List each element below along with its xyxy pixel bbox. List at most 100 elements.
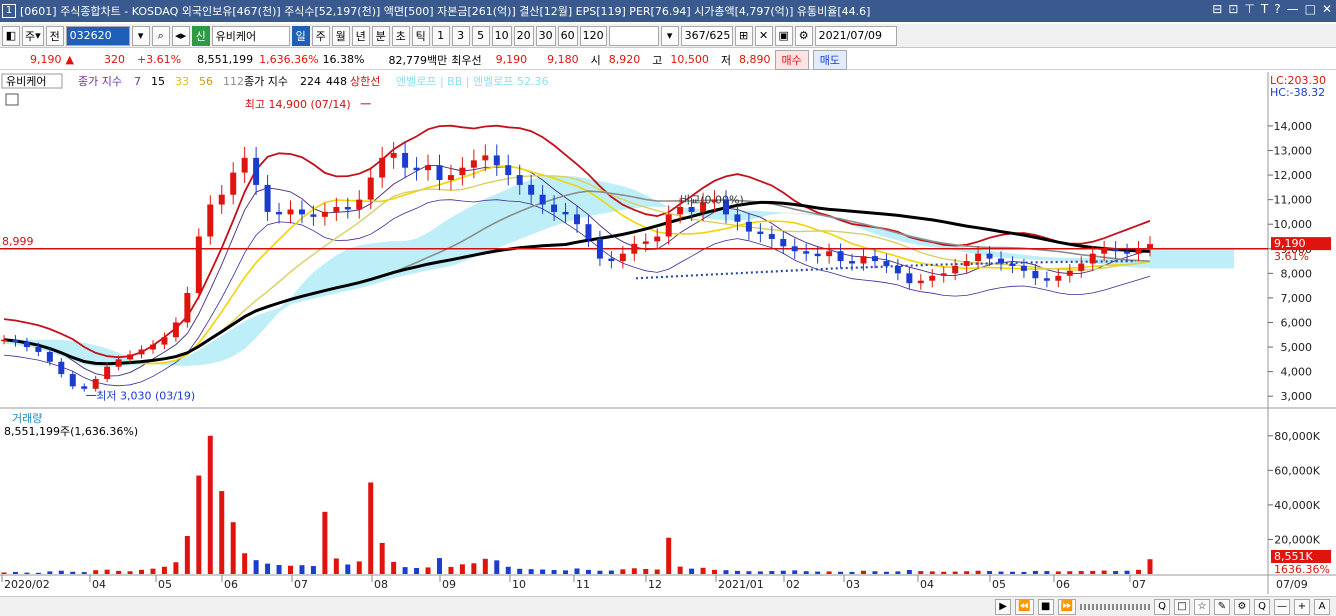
volume-bar <box>1055 571 1061 574</box>
volume-bar <box>563 570 569 574</box>
candle-body <box>104 366 111 379</box>
candle-settings-icon[interactable]: ⊞ <box>734 25 753 46</box>
play-button[interactable]: ▶ <box>995 598 1012 615</box>
stock-code-input[interactable]: 032620 <box>65 25 130 46</box>
star-icon[interactable]: ☆ <box>1194 598 1210 615</box>
volume-bar <box>184 536 190 574</box>
x-tick-label: 05 <box>158 578 172 591</box>
zoom-icon[interactable]: Q <box>1154 598 1170 615</box>
chart-area[interactable]: 3,0004,0005,0006,0007,0008,0009,00010,00… <box>0 72 1336 594</box>
layout-icon[interactable]: ⊟ <box>1212 2 1222 16</box>
font-size-button[interactable]: A <box>1314 598 1330 615</box>
minimize-icon[interactable]: — <box>1287 2 1299 16</box>
period-month-button[interactable]: 월 <box>331 25 350 46</box>
interval-3-button[interactable]: 3 <box>451 25 470 46</box>
candle-body <box>1066 270 1073 276</box>
interval-30-button[interactable]: 30 <box>535 25 556 46</box>
candle-body <box>768 234 775 239</box>
price-tick-label: 4,000 <box>1281 366 1313 379</box>
settings-icon[interactable]: ⚙ <box>1234 598 1250 615</box>
volume-bar <box>803 571 809 574</box>
price-tick-label: 5,000 <box>1281 341 1313 354</box>
close-icon[interactable]: ✕ <box>1322 2 1332 16</box>
stop-button[interactable]: ■ <box>1037 598 1054 615</box>
interval-120-button[interactable]: 120 <box>579 25 607 46</box>
volume-bar <box>872 571 878 574</box>
candle-body <box>906 273 913 284</box>
candle-body <box>12 339 19 343</box>
period-minute-button[interactable]: 분 <box>371 25 390 46</box>
copy-window-icon[interactable]: ⊡ <box>1228 2 1238 16</box>
best-bid: 9,180 <box>547 53 579 66</box>
price-chart-svg[interactable]: 3,0004,0005,0006,0007,0008,0009,00010,00… <box>0 72 1336 594</box>
interval-20-button[interactable]: 20 <box>513 25 534 46</box>
volume-bar <box>1044 571 1050 574</box>
interval-5-button[interactable]: 5 <box>471 25 490 46</box>
frame-icon[interactable]: □ <box>1174 598 1190 615</box>
volume-bar <box>494 560 500 574</box>
interval-10-button[interactable]: 10 <box>491 25 512 46</box>
interval-dropdown-icon[interactable]: ▾ <box>660 25 679 46</box>
pencil-icon[interactable]: ✎ <box>1214 598 1230 615</box>
zoom-in-button[interactable]: + <box>1294 598 1310 615</box>
volume-bar <box>1 572 7 574</box>
period-tick-button[interactable]: 틱 <box>411 25 430 46</box>
sell-button[interactable]: 매도 <box>812 49 847 70</box>
bottom-toolbar: ▶ ⏪ ■ ⏩ Q □ ☆ ✎ ⚙ Q — + A <box>0 596 1336 616</box>
candle-body <box>379 157 386 178</box>
volume-bar <box>58 570 64 574</box>
volume-bar <box>998 571 1004 574</box>
date-input[interactable]: 2021/07/09 <box>814 25 897 46</box>
period-select[interactable]: 주 ▾ <box>22 25 44 46</box>
save-icon[interactable]: ▣ <box>774 25 793 46</box>
maximize-icon[interactable]: □ <box>1305 2 1316 16</box>
interval-1-button[interactable]: 1 <box>431 25 450 46</box>
low-label: 저 <box>720 53 731 67</box>
chart-menu-icon[interactable]: ◧ <box>2 25 20 46</box>
candle-body <box>952 265 959 274</box>
price-tick-label: 11,000 <box>1274 194 1313 207</box>
volume-bar <box>116 570 122 574</box>
crosshair-icon[interactable]: ✕ <box>754 25 773 46</box>
volume-bar <box>127 571 133 574</box>
custom-interval-input[interactable] <box>608 25 659 46</box>
font-icon[interactable]: T <box>1261 2 1268 16</box>
candle-body <box>218 194 225 205</box>
volume-bar <box>975 570 981 574</box>
forward-button[interactable]: ⏩ <box>1057 598 1076 615</box>
gear-icon[interactable]: ⚙ <box>794 25 813 46</box>
rewind-button[interactable]: ⏪ <box>1015 598 1034 615</box>
interval-60-button[interactable]: 60 <box>557 25 578 46</box>
pin-icon[interactable]: ⊤ <box>1244 2 1254 16</box>
candle-body <box>849 261 856 264</box>
scroll-slider[interactable] <box>1080 603 1150 610</box>
volume-bar <box>139 569 145 574</box>
buy-button[interactable]: 매수 <box>774 49 809 70</box>
period-day-button[interactable]: 일 <box>291 25 310 46</box>
x-tick-label: 12 <box>648 578 662 591</box>
data-count-display[interactable]: 367/625 <box>680 25 733 46</box>
volume-bar <box>757 571 763 574</box>
candle-body <box>310 214 317 217</box>
speaker-icon[interactable]: ◂▸ <box>171 25 190 46</box>
stock-name-field[interactable]: 유비케어 <box>211 25 290 46</box>
cloud-band-future <box>1150 247 1234 269</box>
help-icon[interactable]: ? <box>1274 2 1280 16</box>
code-dropdown-icon[interactable]: ▾ <box>131 25 150 46</box>
all-button[interactable]: 전 <box>45 25 64 46</box>
search-small-icon[interactable]: Q <box>1254 598 1270 615</box>
period-second-button[interactable]: 초 <box>391 25 410 46</box>
turnover-rate: 16.38% <box>322 53 365 66</box>
period-week-button[interactable]: 주 <box>311 25 330 46</box>
date-value: 2021/07/09 <box>818 29 883 42</box>
zoom-out-button[interactable]: — <box>1274 598 1290 615</box>
period-year-button[interactable]: 년 <box>351 25 370 46</box>
volume-bar <box>929 571 935 574</box>
legend-ma-224: 224 <box>300 75 321 88</box>
candle-body <box>1009 263 1016 266</box>
search-icon[interactable]: ⌕ <box>151 25 170 46</box>
candle-body <box>23 342 30 348</box>
candle-body <box>161 337 168 345</box>
candle-body <box>1089 253 1096 264</box>
candle-body <box>447 175 454 180</box>
